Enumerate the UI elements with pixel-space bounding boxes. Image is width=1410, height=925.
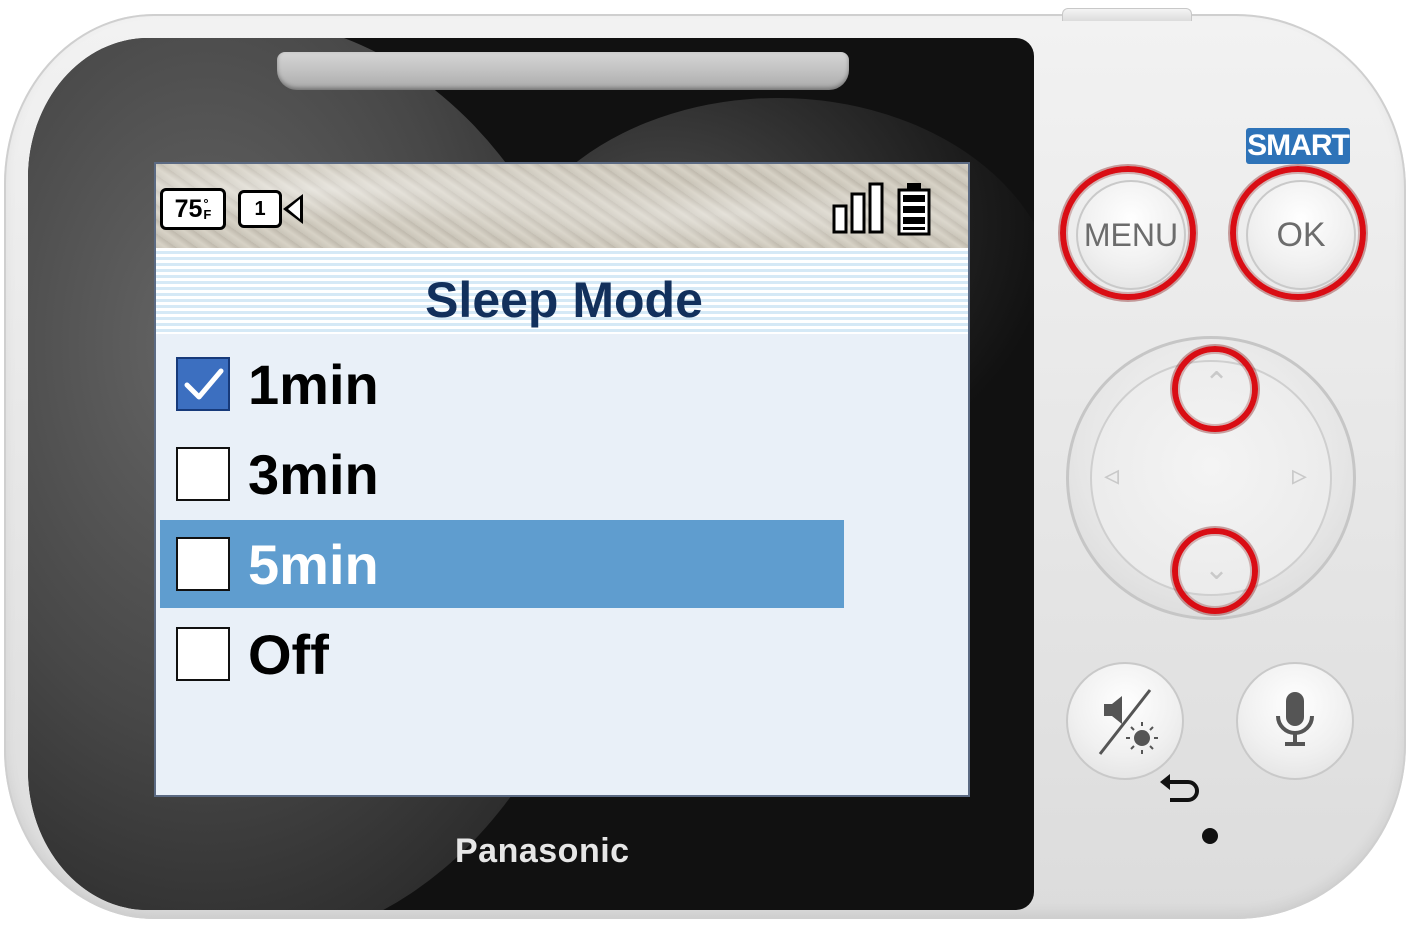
temperature-value: 75 <box>174 194 203 223</box>
microphone-icon <box>1276 692 1314 746</box>
lcd-screen: 75 ° F 1 Sleep Mode 1min 3min 5min Off <box>154 162 970 797</box>
chevron-left-icon[interactable]: ◃ <box>1104 458 1119 493</box>
camera-number-badge: 1 <box>238 190 282 228</box>
up-button-highlight-ring <box>1172 346 1258 432</box>
down-button-highlight-ring <box>1172 528 1258 614</box>
menu-title: Sleep Mode <box>425 272 703 328</box>
menu-button-highlight-ring <box>1060 166 1196 300</box>
talk-button[interactable] <box>1236 662 1354 780</box>
option-off[interactable]: Off <box>160 610 844 698</box>
temperature-unit: ° F <box>203 196 212 222</box>
mute-brightness-icon <box>1098 689 1158 755</box>
ok-button-highlight-ring <box>1230 166 1366 300</box>
option-1min[interactable]: 1min <box>160 340 844 428</box>
checkmark-icon <box>184 368 224 400</box>
checkbox-empty[interactable] <box>176 447 230 501</box>
checkbox-checked[interactable] <box>176 357 230 411</box>
smart-label: SMART <box>1246 128 1350 164</box>
mute-brightness-button[interactable] <box>1066 662 1184 780</box>
option-3min[interactable]: 3min <box>160 430 844 518</box>
back-arrow-icon <box>1160 774 1199 802</box>
chevron-right-icon[interactable]: ▹ <box>1292 458 1307 493</box>
brand-logo: Panasonic <box>455 832 630 870</box>
temperature-badge: 75 ° F <box>160 188 226 230</box>
option-label: 3min <box>248 442 379 506</box>
top-power-button[interactable] <box>1062 8 1192 21</box>
option-label: 5min <box>248 532 379 596</box>
option-5min[interactable]: 5min <box>160 520 844 608</box>
microphone-port <box>1202 828 1218 844</box>
signal-strength-icon <box>832 182 884 234</box>
option-label: 1min <box>248 352 379 416</box>
speaker-slot <box>277 52 849 90</box>
option-label: Off <box>248 622 329 686</box>
checkbox-empty[interactable] <box>176 537 230 591</box>
battery-full-icon <box>897 183 931 236</box>
video-camera-icon <box>283 194 303 224</box>
checkbox-empty[interactable] <box>176 627 230 681</box>
